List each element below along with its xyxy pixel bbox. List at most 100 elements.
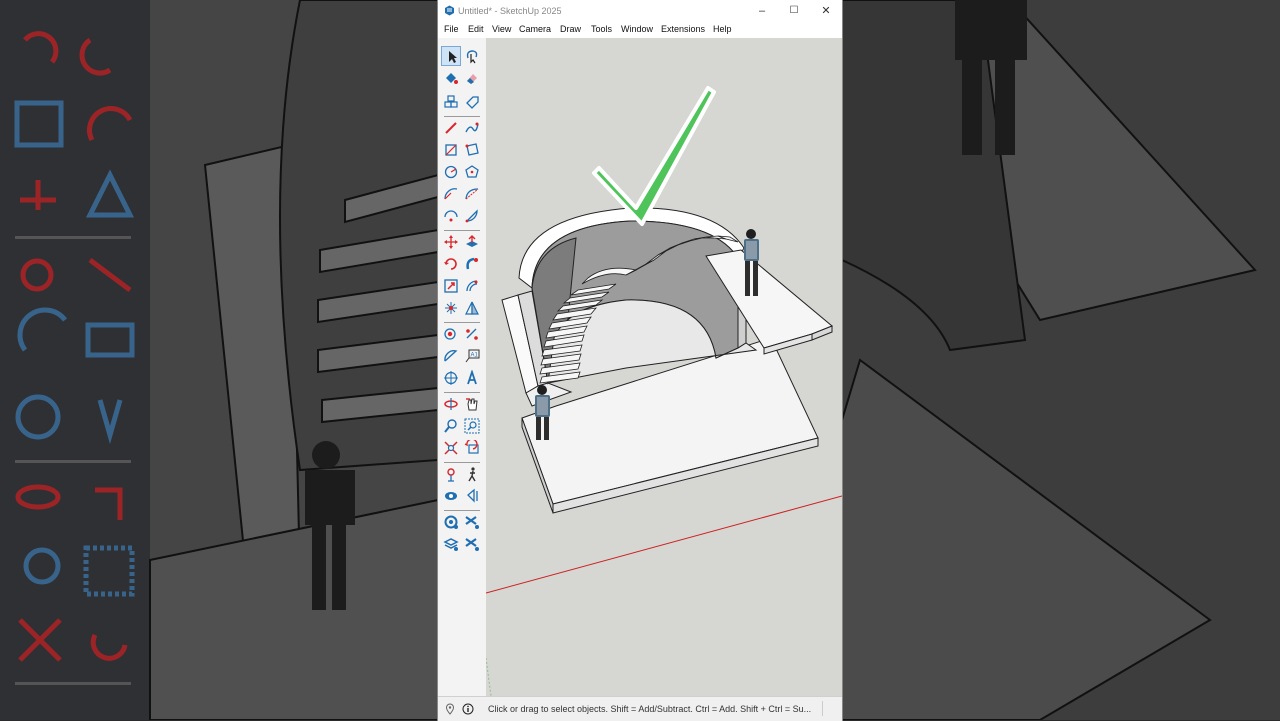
menu-file[interactable]: File: [444, 24, 459, 34]
zoom-icon: [444, 419, 457, 433]
tape-measure-icon: [444, 328, 456, 340]
text-tool[interactable]: A1: [462, 346, 482, 366]
sketchup-logo-icon: [445, 5, 454, 16]
offset-tool[interactable]: [462, 276, 482, 296]
zoom-extents-icon: [444, 441, 458, 455]
menu-bar: File Edit View Camera Draw Tools Window …: [438, 22, 842, 38]
green-axis-stub: [486, 657, 492, 696]
move-tool[interactable]: [441, 232, 461, 252]
section-plane-icon: [467, 488, 478, 503]
rotate-tool[interactable]: [441, 254, 461, 274]
eraser-tool[interactable]: [462, 68, 482, 88]
position-camera-icon: [447, 468, 455, 482]
geo-location-icon[interactable]: [444, 703, 456, 715]
tag-icon: [466, 96, 479, 109]
menu-draw[interactable]: Draw: [560, 24, 581, 34]
toolbar-separator: [444, 322, 480, 323]
rectangle-tool[interactable]: [441, 140, 461, 160]
component-tool[interactable]: [441, 92, 461, 112]
orbit-tool[interactable]: [441, 394, 461, 414]
menu-edit[interactable]: Edit: [468, 24, 484, 34]
menu-help[interactable]: Help: [713, 24, 732, 34]
menu-extensions[interactable]: Extensions: [661, 24, 705, 34]
zoom-window-icon: [464, 418, 480, 434]
follow-me-icon: [466, 257, 478, 270]
arc-tool[interactable]: [441, 184, 461, 204]
arc-icon: [444, 188, 458, 200]
protractor-tool[interactable]: [441, 346, 461, 366]
menu-tools[interactable]: Tools: [591, 24, 612, 34]
previous-view-tool[interactable]: [462, 438, 482, 458]
scenes-tool[interactable]: [441, 534, 461, 554]
layout-tool[interactable]: [441, 512, 461, 532]
maximize-button[interactable]: ☐: [782, 3, 806, 19]
walk-icon: [468, 467, 476, 482]
axes-tool[interactable]: [441, 368, 461, 388]
rectangle-icon: [445, 144, 457, 156]
green-checkmark: [592, 86, 716, 226]
zoom-window-tool[interactable]: [462, 416, 482, 436]
position-camera-tool[interactable]: [441, 464, 461, 484]
menu-camera[interactable]: Camera: [519, 24, 551, 34]
freehand-icon: [465, 122, 479, 133]
solid-tools-tool[interactable]: [441, 298, 461, 318]
svg-text:A1: A1: [471, 353, 479, 359]
three-point-arc-tool[interactable]: [441, 206, 461, 226]
flip-tool[interactable]: [462, 298, 482, 318]
circle-tool[interactable]: [441, 162, 461, 182]
tags-panel-tool[interactable]: [462, 534, 482, 554]
measurements-box[interactable]: [822, 701, 839, 716]
model-scene: [486, 86, 842, 696]
scale-tool[interactable]: [441, 276, 461, 296]
rotated-rectangle-tool[interactable]: [462, 140, 482, 160]
dimension-tool[interactable]: [462, 324, 482, 344]
freehand-tool[interactable]: [462, 118, 482, 138]
polygon-tool[interactable]: [462, 162, 482, 182]
toolbar-separator: [444, 230, 480, 231]
tape-measure-tool[interactable]: [441, 324, 461, 344]
tag-tool[interactable]: [462, 92, 482, 112]
three-point-arc-icon: [444, 210, 458, 222]
pie-icon: [465, 209, 478, 223]
info-icon[interactable]: [462, 703, 474, 715]
toolbar-separator: [444, 392, 480, 393]
sketchup-window: Untitled* - SketchUp 2025 – ☐ ✕ File Edi…: [438, 0, 842, 721]
menu-window[interactable]: Window: [621, 24, 653, 34]
move-icon: [444, 235, 458, 249]
flip-icon: [465, 301, 479, 315]
lasso-tool[interactable]: [462, 46, 482, 66]
eraser-icon: [467, 74, 477, 84]
layout-icon: [444, 515, 458, 529]
scale-icon: [444, 279, 458, 293]
close-button[interactable]: ✕: [814, 3, 838, 19]
3d-text-tool[interactable]: [462, 368, 482, 388]
walk-tool[interactable]: [462, 464, 482, 484]
look-around-tool[interactable]: [441, 486, 461, 506]
pan-tool[interactable]: [462, 394, 482, 414]
menu-view[interactable]: View: [492, 24, 511, 34]
line-tool[interactable]: [441, 118, 461, 138]
two-point-arc-tool[interactable]: [462, 184, 482, 204]
zoom-extents-tool[interactable]: [441, 438, 461, 458]
select-tool[interactable]: [441, 46, 461, 66]
large-tool-set: A1: [438, 38, 487, 696]
model-viewport[interactable]: [486, 38, 842, 696]
component-icon: [444, 95, 458, 108]
circle-icon: [444, 165, 458, 179]
lasso-select-icon: [466, 50, 478, 64]
pie-tool[interactable]: [462, 206, 482, 226]
push-pull-icon: [466, 235, 478, 247]
orbit-icon: [444, 398, 458, 410]
section-plane-tool[interactable]: [462, 486, 482, 506]
zoom-tool[interactable]: [441, 416, 461, 436]
minimize-button[interactable]: –: [750, 3, 774, 19]
dimension-icon: [466, 328, 478, 340]
follow-me-tool[interactable]: [462, 254, 482, 274]
paint-bucket-tool[interactable]: [441, 68, 461, 88]
styles-icon: [465, 516, 479, 529]
polygon-icon: [465, 165, 479, 178]
styles-tool[interactable]: [462, 512, 482, 532]
look-around-icon: [445, 492, 457, 500]
title-bar: Untitled* - SketchUp 2025 – ☐ ✕: [438, 0, 842, 22]
push-pull-tool[interactable]: [462, 232, 482, 252]
